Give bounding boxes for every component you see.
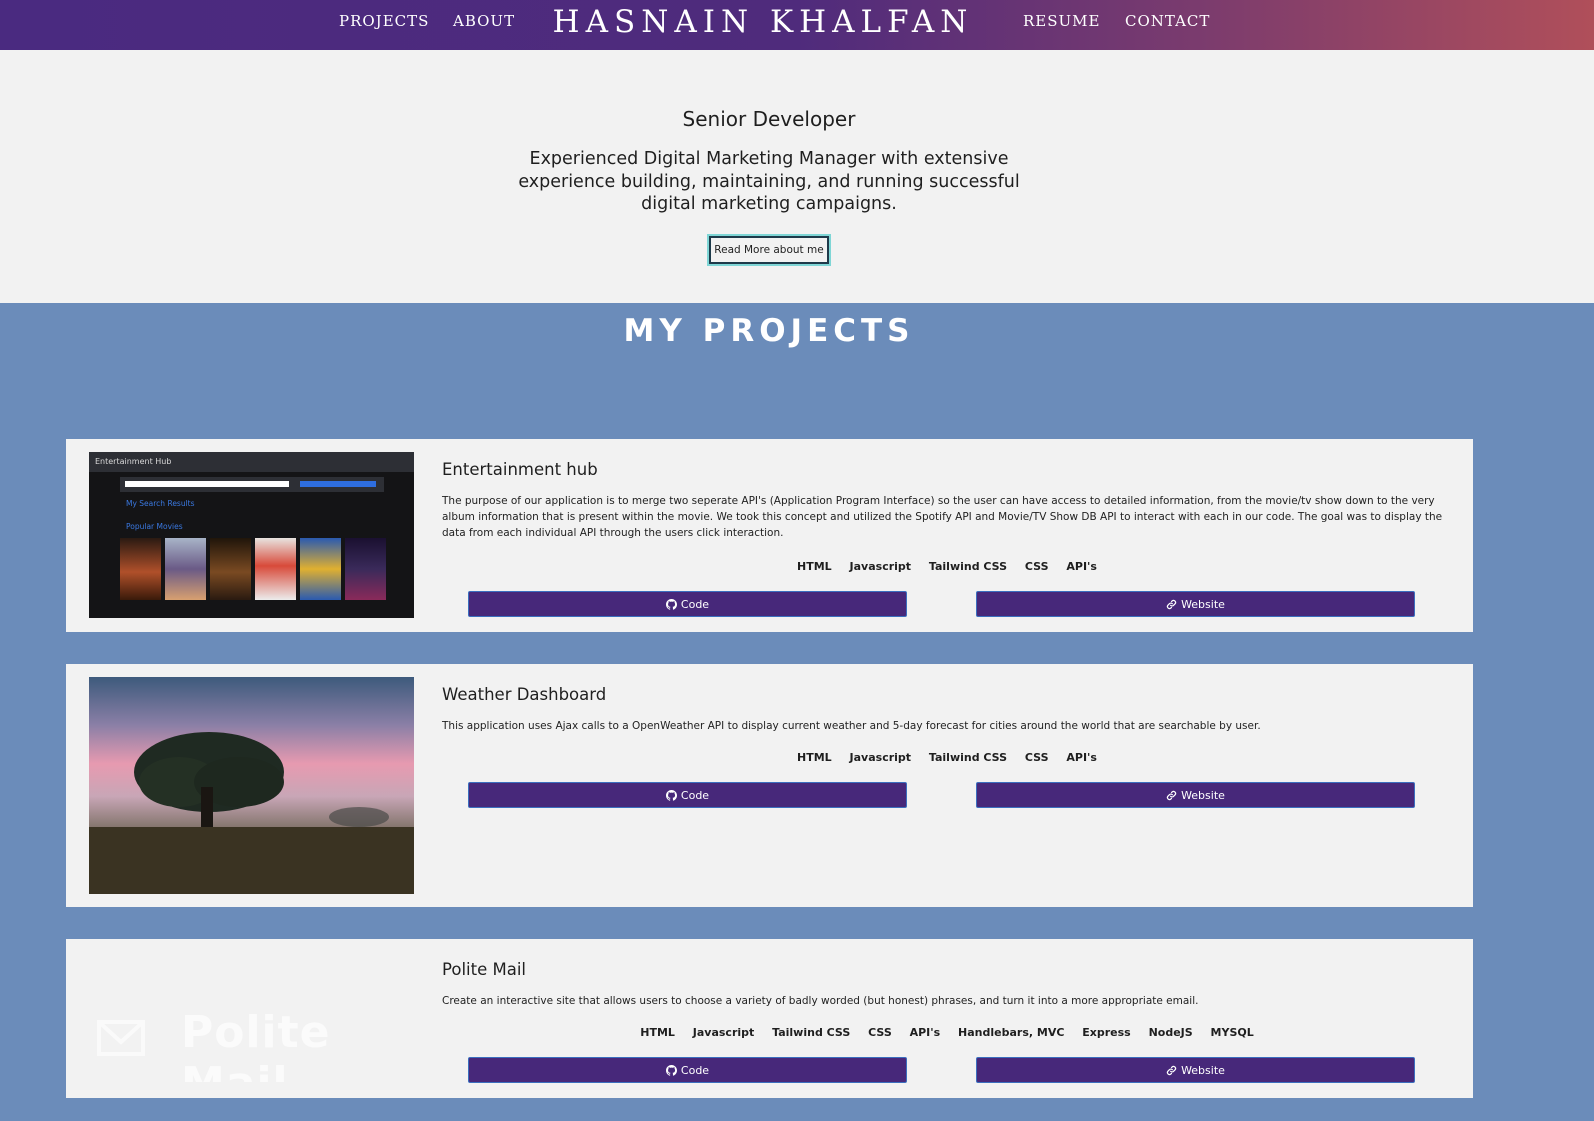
tech-tag: API's bbox=[909, 1026, 941, 1039]
tech-tag: Javascript bbox=[692, 1026, 755, 1039]
site-brand-name: HASNAIN KHALFAN bbox=[552, 4, 974, 40]
link-icon bbox=[1166, 790, 1177, 800]
weather-dashboard-thumbnail bbox=[89, 677, 414, 894]
hero-section: Senior Developer Experienced Digital Mar… bbox=[0, 50, 1594, 303]
tech-tag: HTML bbox=[797, 560, 832, 573]
project-card-polite-mail: Polite Mail Polite Mail Create an intera… bbox=[66, 939, 1473, 1098]
github-icon bbox=[665, 789, 677, 801]
github-icon bbox=[665, 1064, 677, 1076]
website-button-label: Website bbox=[1181, 597, 1225, 611]
tech-tag: Javascript bbox=[849, 751, 912, 764]
tech-tag: Javascript bbox=[849, 560, 912, 573]
entertainment-hub-thumbnail: Entertainment Hub My Search Results Popu… bbox=[89, 452, 414, 618]
code-button[interactable]: Code bbox=[468, 1057, 907, 1083]
project-title: Entertainment hub bbox=[442, 460, 598, 479]
website-button[interactable]: Website bbox=[976, 591, 1415, 617]
thumbnail-search-results-label: My Search Results bbox=[126, 499, 195, 508]
nav-link-resume[interactable]: RESUME bbox=[1023, 12, 1100, 30]
link-icon bbox=[1166, 1065, 1177, 1075]
tech-tag: HTML bbox=[640, 1026, 675, 1039]
thumbnail-search-input bbox=[125, 481, 289, 487]
tech-tag: CSS bbox=[1024, 560, 1049, 573]
tech-tag: HTML bbox=[797, 751, 832, 764]
top-navigation-bar: PROJECTS ABOUT HASNAIN KHALFAN RESUME CO… bbox=[0, 0, 1594, 50]
project-tech-tags: HTML Javascript Tailwind CSS CSS API's bbox=[442, 560, 1452, 573]
polite-mail-logo-text: Polite Mail bbox=[181, 1007, 331, 1082]
hero-title: Senior Developer bbox=[682, 107, 856, 131]
project-title: Weather Dashboard bbox=[442, 685, 607, 704]
thumbnail-search-button bbox=[300, 481, 376, 487]
tree-landscape-image bbox=[89, 732, 414, 894]
movie-poster bbox=[345, 538, 386, 600]
tech-tag: API's bbox=[1066, 560, 1097, 573]
project-tech-tags: HTML Javascript Tailwind CSS CSS API's bbox=[442, 751, 1452, 764]
link-icon bbox=[1166, 599, 1177, 609]
tech-tag: Tailwind CSS bbox=[772, 1026, 851, 1039]
code-button-label: Code bbox=[680, 597, 710, 611]
tech-tag: API's bbox=[1066, 751, 1097, 764]
website-button-label: Website bbox=[1181, 788, 1225, 802]
code-button-label: Code bbox=[680, 788, 710, 802]
tech-tag: Express bbox=[1082, 1026, 1131, 1039]
tech-tag: Tailwind CSS bbox=[928, 560, 1008, 573]
movie-poster bbox=[120, 538, 161, 600]
polite-mail-thumbnail: Polite Mail bbox=[89, 954, 414, 1082]
tech-tag: NodeJS bbox=[1148, 1026, 1193, 1039]
hero-description: Experienced Digital Marketing Manager wi… bbox=[518, 149, 1020, 214]
code-button-label: Code bbox=[680, 1063, 710, 1077]
envelope-icon bbox=[97, 1020, 145, 1056]
project-description: Create an interactive site that allows u… bbox=[442, 995, 1199, 1007]
nav-link-contact[interactable]: CONTACT bbox=[1125, 12, 1210, 30]
tech-tag: CSS bbox=[868, 1026, 892, 1039]
movie-poster bbox=[300, 538, 341, 600]
project-description: This application uses Ajax calls to a Op… bbox=[442, 720, 1261, 732]
movie-poster bbox=[210, 538, 251, 600]
project-title: Polite Mail bbox=[442, 960, 527, 979]
website-button[interactable]: Website bbox=[976, 1057, 1415, 1083]
project-card-entertainment-hub: Entertainment Hub My Search Results Popu… bbox=[66, 439, 1473, 632]
thumbnail-popular-movies-label: Popular Movies bbox=[126, 522, 183, 531]
movie-poster bbox=[165, 538, 206, 600]
website-button-label: Website bbox=[1181, 1063, 1225, 1077]
tech-tag: CSS bbox=[1024, 751, 1049, 764]
movie-poster bbox=[255, 538, 296, 600]
read-more-button[interactable]: Read More about me bbox=[707, 234, 831, 266]
thumbnail-search-bar bbox=[120, 477, 384, 492]
code-button[interactable]: Code bbox=[468, 782, 907, 808]
nav-link-projects[interactable]: PROJECTS bbox=[339, 12, 429, 30]
tech-tag: MYSQL bbox=[1210, 1026, 1254, 1039]
github-icon bbox=[665, 598, 677, 610]
thumbnail-app-title: Entertainment Hub bbox=[89, 452, 414, 472]
tech-tag: Tailwind CSS bbox=[928, 751, 1008, 764]
website-button[interactable]: Website bbox=[976, 782, 1415, 808]
tech-tag: Handlebars, MVC bbox=[958, 1026, 1065, 1039]
projects-heading: MY PROJECTS bbox=[623, 313, 915, 349]
code-button[interactable]: Code bbox=[468, 591, 907, 617]
project-description: The purpose of our application is to mer… bbox=[442, 495, 1443, 539]
project-card-weather-dashboard: Weather Dashboard This application uses … bbox=[66, 664, 1473, 907]
project-tech-tags: HTML Javascript Tailwind CSS CSS API's H… bbox=[442, 1026, 1452, 1039]
